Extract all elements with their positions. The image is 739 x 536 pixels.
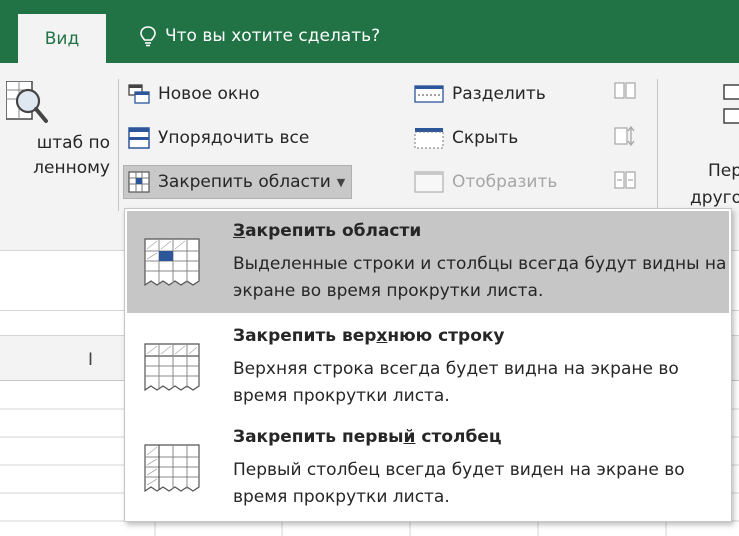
reset-window-position-icon[interactable] [614,169,636,191]
unhide-window-icon [414,171,444,193]
menu-item-description: Выделенные строки и столбцы всегда будут… [233,254,727,301]
new-window-label: Новое окно [158,84,260,104]
view-side-by-side-icon[interactable] [614,81,636,101]
switch-windows-label: Пер друго [690,161,739,208]
ribbon-tab-strip: Вид Что вы хотите сделать? [0,0,739,63]
menu-item-description: Верхняя строка всегда будет видна на экр… [233,359,679,406]
unhide-button[interactable]: Отобразить [414,165,557,199]
zoom-to-selection-label: штаб по ленному [33,133,110,178]
column-header-label: I [88,350,94,370]
menu-item-title: Закрепить верхнюю строку [233,326,505,346]
arrange-all-icon [128,127,150,149]
split-label: Разделить [452,84,546,104]
synchronous-scrolling-icon[interactable] [614,125,636,147]
freeze-panes-menu-icon [144,238,200,287]
switch-windows-icon[interactable] [722,83,739,127]
arrange-all-label: Упорядочить все [158,128,310,148]
freeze-first-column-icon [144,444,200,493]
group-separator [118,79,119,211]
menu-item-title: Закрепить области [233,221,422,241]
new-window-button[interactable]: Новое окно [128,77,260,111]
menu-item-freeze-panes[interactable]: Закрепить области Выделенные строки и ст… [127,211,729,313]
menu-item-freeze-first-column[interactable]: Закрепить первый столбец Первый столбец … [127,417,729,519]
freeze-panes-button[interactable]: Закрепить области ▼ [123,165,353,199]
menu-item-freeze-top-row[interactable]: Закрепить верхнюю строку Верхняя строка … [127,316,729,418]
tell-me-search[interactable]: Что вы хотите сделать? [139,16,380,56]
tell-me-text: Что вы хотите сделать? [165,26,381,46]
freeze-panes-menu: Закрепить области Выделенные строки и ст… [124,208,732,522]
unhide-label: Отобразить [452,172,558,192]
new-window-icon [128,84,150,104]
split-icon [414,85,444,103]
hide-label: Скрыть [452,128,519,148]
hide-button[interactable]: Скрыть [414,121,518,155]
freeze-panes-icon [128,171,150,193]
arrange-all-button[interactable]: Упорядочить все [128,121,309,155]
menu-item-description: Первый столбец всегда будет виден на экр… [233,460,685,507]
hide-window-icon [414,128,444,149]
zoom-to-selection-icon [6,81,48,123]
split-button[interactable]: Разделить [414,77,546,111]
tab-view[interactable]: Вид [18,14,106,63]
menu-item-title: Закрепить первый столбец [233,427,502,447]
group-separator [657,79,658,211]
zoom-to-selection-button[interactable]: штаб по ленному [0,63,118,213]
freeze-panes-label: Закрепить области [158,172,331,192]
freeze-top-row-icon [144,343,200,392]
chevron-down-icon: ▼ [336,175,346,189]
tab-view-label: Вид [44,28,80,49]
lightbulb-icon [140,26,156,47]
